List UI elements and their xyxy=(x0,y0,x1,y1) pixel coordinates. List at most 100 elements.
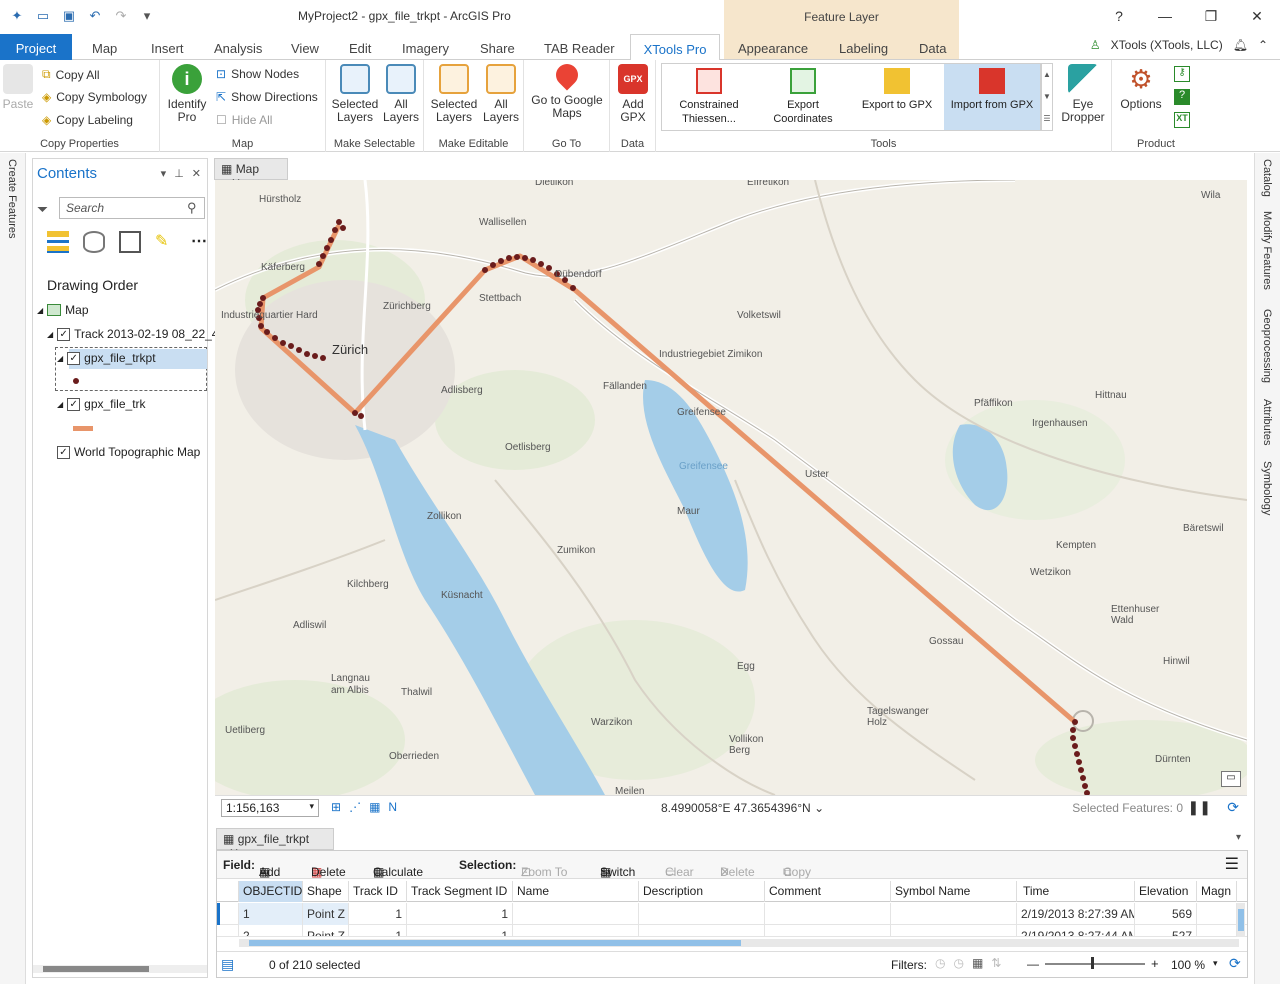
xtools-logo-icon[interactable]: XT xyxy=(1174,112,1190,128)
zoom-slider-thumb[interactable] xyxy=(1091,957,1094,969)
column-header[interactable]: Name xyxy=(513,881,639,902)
table-cell[interactable] xyxy=(891,925,1017,936)
show-nodes-button[interactable]: ⊡ Show Nodes xyxy=(216,67,299,81)
redo-icon[interactable]: ↷ xyxy=(112,8,130,24)
pane-close-icon[interactable]: ✕ xyxy=(192,167,201,180)
table-cell[interactable] xyxy=(513,903,639,925)
tab-tab-reader[interactable]: TAB Reader xyxy=(544,34,615,60)
tree-item-basemap[interactable]: ✓ World Topographic Map xyxy=(57,445,200,459)
table-refresh-icon[interactable]: ⟳ xyxy=(1229,955,1241,972)
zoom-dropdown-icon[interactable]: ▾ xyxy=(1213,958,1218,969)
tab-xtools-pro[interactable]: XTools Pro xyxy=(630,34,720,61)
zoom-slider[interactable] xyxy=(1045,963,1145,965)
snapping-icon[interactable]: ⋰ xyxy=(349,800,361,814)
column-header[interactable]: Symbol Name xyxy=(891,881,1017,902)
tab-edit[interactable]: Edit xyxy=(349,34,371,60)
table-cell[interactable]: 1 xyxy=(407,903,513,925)
table-cell[interactable] xyxy=(639,925,765,936)
table-view-icon[interactable]: ▤ xyxy=(221,956,234,973)
column-header[interactable]: Time xyxy=(1017,881,1135,902)
column-header[interactable]: Elevation xyxy=(1135,881,1197,902)
scale-dropdown[interactable]: 1:156,163 ▾ xyxy=(221,799,319,817)
column-header[interactable]: Shape xyxy=(303,881,349,902)
column-header[interactable]: Description xyxy=(639,881,765,902)
create-features-pane-tab[interactable]: Create Features xyxy=(6,159,18,238)
modify-features-pane-tab[interactable]: Modify Features xyxy=(1261,211,1273,290)
copy-all-button[interactable]: ⧉ Copy All xyxy=(42,67,100,82)
help-question-icon[interactable]: ? xyxy=(1174,89,1190,105)
catalog-pane-tab[interactable]: Catalog xyxy=(1261,159,1273,197)
table-cell[interactable]: 2/19/2013 8:27:44 AM xyxy=(1017,925,1135,936)
notifications-icon[interactable]: 🔔︎ xyxy=(1233,38,1248,52)
editable-all-layers-button[interactable]: All Layers xyxy=(480,64,522,124)
trkpt-checkbox[interactable]: ✓ xyxy=(67,351,81,365)
show-directions-button[interactable]: ⇱ Show Directions xyxy=(216,90,318,104)
zoom-level[interactable]: 100 % xyxy=(1171,958,1205,972)
table-grid-icon[interactable]: ▦ xyxy=(369,800,380,814)
go-to-google-maps-button[interactable]: Go to Google Maps xyxy=(528,59,606,120)
tab-view[interactable]: View xyxy=(291,34,319,60)
column-header[interactable]: Comment xyxy=(765,881,891,902)
customize-qat-icon[interactable]: ▾ xyxy=(138,8,156,24)
table-cell[interactable]: Point Z xyxy=(303,925,349,936)
tab-imagery[interactable]: Imagery xyxy=(402,34,449,60)
table-cell[interactable] xyxy=(1197,925,1237,936)
table-vscroll-thumb[interactable] xyxy=(1238,909,1244,931)
pause-icon[interactable]: ❚❚ xyxy=(1188,799,1211,816)
selectable-all-layers-button[interactable]: All Layers xyxy=(380,64,422,124)
table-vscroll[interactable] xyxy=(1237,903,1245,937)
data-source-icon[interactable] xyxy=(83,231,105,253)
table-cell[interactable]: Point Z xyxy=(303,903,349,925)
expand-icon[interactable]: ◢ xyxy=(37,306,43,315)
tree-item-map[interactable]: ◢ Map xyxy=(37,303,89,317)
search-icon[interactable]: ⚲ xyxy=(187,200,197,216)
help-icon[interactable]: ? xyxy=(1096,0,1142,32)
row-selector[interactable] xyxy=(217,925,239,936)
zoom-in-icon[interactable]: + xyxy=(1151,956,1159,971)
identify-pro-button[interactable]: i Identify Pro xyxy=(164,64,210,124)
filter-icon[interactable]: ⏷ xyxy=(37,201,48,218)
attribute-table-tab[interactable]: ▦ gpx_file_trkpt ✕ xyxy=(216,828,334,860)
eye-dropper-button[interactable]: Eye Dropper xyxy=(1060,64,1106,124)
attributes-pane-tab[interactable]: Attributes xyxy=(1261,399,1273,445)
table-cell[interactable]: 2/19/2013 8:27:39 AM xyxy=(1017,903,1135,925)
north-arrow-icon[interactable]: N xyxy=(388,800,397,814)
tab-appearance[interactable]: Appearance xyxy=(738,34,808,60)
zoom-out-icon[interactable]: — xyxy=(1027,957,1039,971)
tab-share[interactable]: Share xyxy=(480,34,515,60)
tab-labeling[interactable]: Labeling xyxy=(839,34,888,60)
restore-icon[interactable]: ❐ xyxy=(1188,0,1234,32)
editing-icon[interactable]: ✎ xyxy=(155,231,177,253)
add-gpx-button[interactable]: GPX Add GPX xyxy=(614,64,652,124)
new-project-icon[interactable]: ✦ xyxy=(8,8,26,24)
basemap-checkbox[interactable]: ✓ xyxy=(57,445,70,459)
open-project-icon[interactable]: ▭ xyxy=(34,8,52,24)
minimize-icon[interactable]: — xyxy=(1142,0,1188,32)
filter-table-icon[interactable]: ▦ xyxy=(972,956,983,970)
column-header[interactable]: Track ID xyxy=(349,881,407,902)
paste-button[interactable]: Paste xyxy=(2,64,34,111)
table-cell[interactable] xyxy=(765,925,891,936)
table-cell[interactable]: 1 xyxy=(349,925,407,936)
import-from-gpx-button[interactable]: Import from GPX xyxy=(944,64,1040,130)
tab-project[interactable]: Project xyxy=(0,34,72,60)
selectable-selected-layers-button[interactable]: Selected Layers xyxy=(330,64,380,124)
panel-menu-icon[interactable]: ▾ xyxy=(1236,832,1241,843)
tree-item-gpx-file-trk[interactable]: ◢ ✓ gpx_file_trk xyxy=(57,397,146,411)
account-name[interactable]: XTools (XTools, LLC) xyxy=(1111,38,1223,52)
collapse-ribbon-icon[interactable]: ⌃ xyxy=(1258,38,1268,52)
track-checkbox[interactable]: ✓ xyxy=(57,327,71,341)
pane-menu-icon[interactable]: ▾ xyxy=(161,167,167,180)
close-icon[interactable]: ✕ xyxy=(1234,0,1280,32)
table-cell[interactable]: 2 xyxy=(239,925,303,936)
gallery-scroll[interactable]: ▲ ▼ ☰ xyxy=(1041,63,1053,131)
drawing-order-icon[interactable] xyxy=(47,231,69,253)
table-cell[interactable]: 1 xyxy=(349,903,407,925)
expand-icon[interactable]: ◢ xyxy=(47,330,53,339)
tree-item-gpx-file-trkpt[interactable]: ◢ ✓ gpx_file_trkpt xyxy=(57,351,156,365)
filter-extent-icon[interactable]: ◷ xyxy=(935,956,945,970)
column-header[interactable]: Magn xyxy=(1197,881,1237,902)
table-cell[interactable]: 1 xyxy=(407,925,513,936)
hide-all-button[interactable]: ☐ Hide All xyxy=(216,113,272,127)
export-coordinates-button[interactable]: Export Coordinates xyxy=(756,64,850,130)
